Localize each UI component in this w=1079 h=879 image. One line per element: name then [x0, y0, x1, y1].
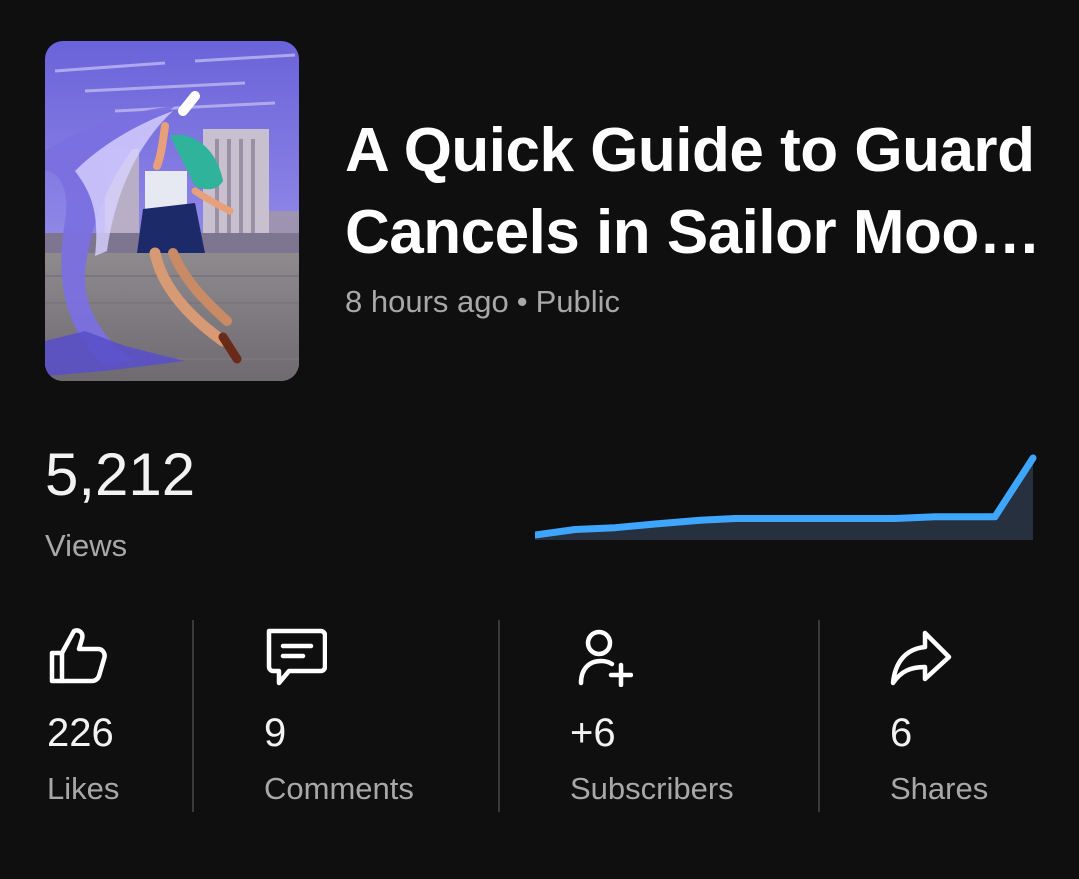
stat-divider	[498, 620, 500, 812]
share-icon	[890, 630, 952, 686]
thumbs-up-icon	[49, 628, 107, 684]
comments-count: 9	[264, 711, 287, 755]
subscribers-label: Subscribers	[570, 771, 734, 806]
shares-label: Shares	[890, 771, 989, 806]
meta-separator: •	[516, 284, 528, 319]
comment-icon	[266, 628, 327, 686]
upload-time: 8 hours ago	[345, 284, 509, 319]
video-thumbnail-image	[45, 41, 299, 381]
shares-stat[interactable]: 6 Shares	[889, 615, 1049, 815]
visibility-status: Public	[535, 284, 621, 319]
views-sparkline	[535, 454, 1037, 540]
likes-stat[interactable]: 226 Likes	[46, 615, 186, 815]
likes-count: 226	[47, 711, 114, 755]
add-person-icon	[578, 629, 633, 687]
video-meta: 8 hours ago • Public	[345, 284, 620, 320]
likes-label: Likes	[47, 771, 120, 806]
comments-label: Comments	[264, 771, 414, 806]
subscribers-count: +6	[570, 711, 616, 755]
stats-row: 226 Likes 9 Comments +6 Subscribers 6 Sh…	[0, 615, 1079, 815]
views-label: Views	[45, 528, 128, 563]
stat-divider	[818, 620, 820, 812]
views-count: 5,212	[45, 441, 196, 508]
shares-count: 6	[890, 711, 913, 755]
stat-divider	[192, 620, 194, 812]
comments-stat[interactable]: 9 Comments	[263, 615, 483, 815]
video-title[interactable]: A Quick Guide to Guard Cancels in Sailor…	[345, 110, 1045, 274]
video-thumbnail[interactable]	[45, 41, 299, 381]
subscribers-stat[interactable]: +6 Subscribers	[569, 615, 799, 815]
